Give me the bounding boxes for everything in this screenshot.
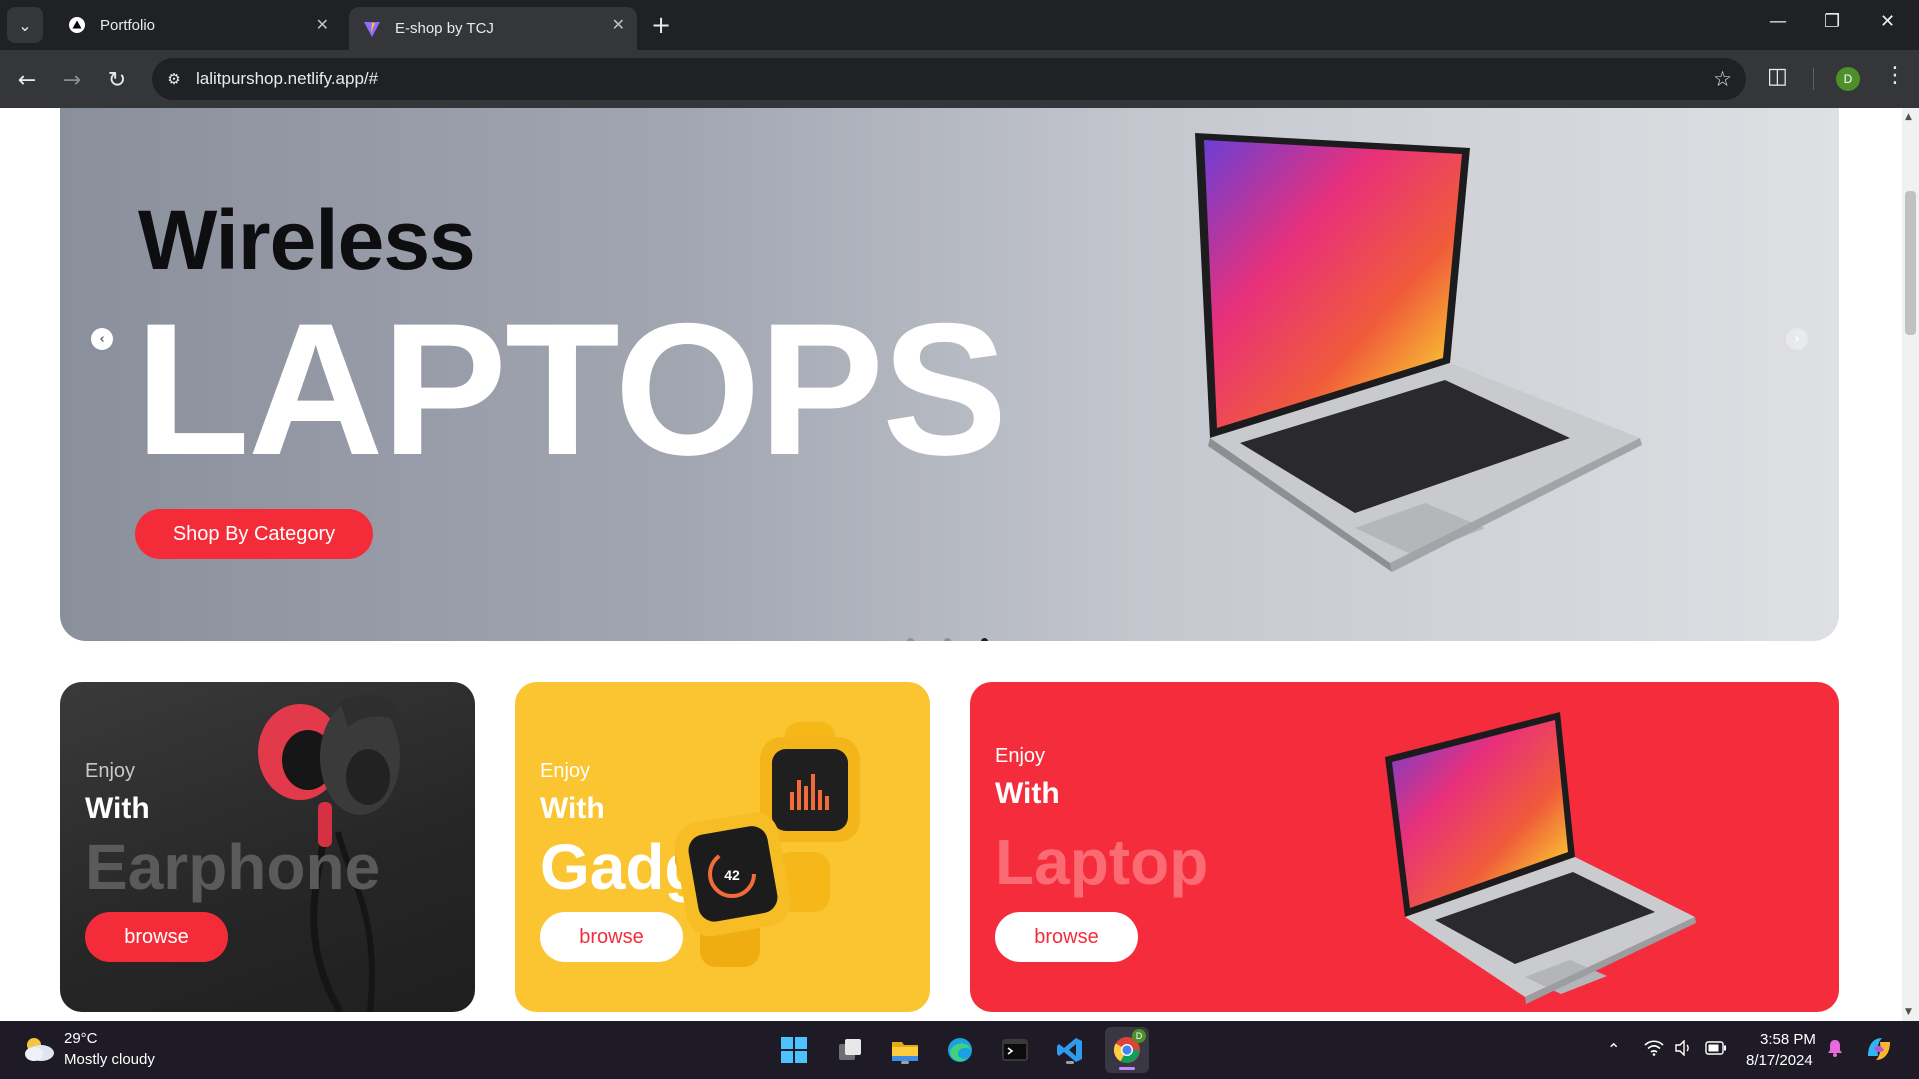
carousel-dot[interactable] [944,638,951,641]
site-info-icon[interactable]: ⚙ [164,69,184,89]
chrome-icon[interactable]: D [1105,1027,1149,1073]
app-running-indicator [1066,1061,1074,1064]
notification-bell-icon[interactable] [1826,1038,1844,1062]
restore-icon[interactable]: ❐ [1824,11,1840,32]
terminal-icon[interactable] [998,1033,1032,1067]
tab-title: E-shop by TCJ [395,20,494,37]
task-view-icon[interactable] [833,1033,867,1067]
card-with-label: With [995,777,1060,810]
hero-subtitle: Wireless [138,193,476,287]
new-tab-icon[interactable]: + [651,11,671,39]
close-icon[interactable]: ✕ [316,15,329,35]
copilot-icon[interactable] [1864,1034,1894,1068]
forward-icon[interactable]: → [58,66,86,94]
hero-title: LAPTOPS [135,284,1007,494]
weather-description[interactable]: Mostly cloudy [64,1051,155,1068]
vercel-favicon-icon [68,16,86,34]
minimize-icon[interactable]: — [1769,11,1787,32]
toolbar-divider [1813,68,1814,90]
browser-toolbar: ← → ↻ ⚙ lalitpurshop.netlify.app/# ☆ ◫ D… [0,50,1919,108]
card-enjoy-label: Enjoy [540,760,591,782]
browse-button[interactable]: browse [85,912,228,962]
app-running-indicator [901,1061,909,1064]
tab-eshop[interactable]: E-shop by TCJ ✕ [349,7,637,50]
carousel-next-icon[interactable]: › [1786,328,1808,350]
browse-button[interactable]: browse [995,912,1138,962]
close-icon[interactable]: ✕ [612,15,625,35]
tab-search-icon[interactable]: ⌄ [7,7,43,43]
url-text[interactable]: lalitpurshop.netlify.app/# [196,69,378,89]
vscode-icon[interactable] [1053,1033,1087,1067]
bookmark-star-icon[interactable]: ☆ [1713,67,1732,91]
carousel-dots [907,638,988,641]
carousel-prev-icon[interactable]: ‹ [91,328,113,350]
carousel-dot-active[interactable] [981,638,988,641]
category-card-gadget[interactable]: Gadget 42 Enjoy With browse [515,682,930,1012]
address-bar[interactable]: ⚙ lalitpurshop.netlify.app/# ☆ [152,58,1746,100]
hero-laptop-image [1195,133,1642,572]
vite-favicon-icon [363,20,381,38]
laptop-image [1385,712,1696,1004]
browse-button[interactable]: browse [540,912,683,962]
card-with-label: With [85,792,150,825]
app-active-indicator [1119,1067,1135,1070]
page-viewport: Wireless LAPTOPS Shop By Category ‹ › En… [0,108,1919,1021]
card-category-name: Earphone [85,831,381,903]
clock-date[interactable]: 8/17/2024 [1746,1052,1813,1069]
volume-icon[interactable] [1674,1039,1692,1060]
tab-portfolio[interactable]: Portfolio ✕ [54,7,341,43]
extensions-icon[interactable]: ◫ [1767,64,1788,89]
profile-avatar[interactable]: D [1836,67,1860,91]
card-category-name: Laptop [995,826,1209,898]
category-card-laptop[interactable]: Enjoy With Laptop browse [970,682,1839,1012]
card-enjoy-label: Enjoy [995,745,1046,767]
hero-carousel: Wireless LAPTOPS Shop By Category ‹ › [60,108,1839,641]
chrome-profile-badge: D [1132,1029,1146,1043]
edge-icon[interactable] [943,1033,977,1067]
wifi-icon[interactable] [1644,1040,1664,1060]
tab-strip: ⌄ Portfolio ✕ E-shop by TCJ ✕ + — ❐ ✕ [0,0,1919,50]
scroll-up-icon[interactable]: ▲ [1905,112,1912,122]
page-scrollbar[interactable]: ▲ ▼ [1902,108,1919,1021]
tab-title: Portfolio [100,16,156,34]
show-hidden-icons-icon[interactable]: ⌃ [1607,1040,1620,1059]
category-card-earphone[interactable]: Enjoy With Earphone browse [60,682,475,1012]
card-enjoy-label: Enjoy [85,760,136,782]
battery-icon[interactable] [1705,1040,1727,1059]
windows-start-icon[interactable] [777,1033,811,1067]
clock-time[interactable]: 3:58 PM [1760,1031,1816,1048]
card-with-label: With [540,792,605,825]
close-window-icon[interactable]: ✕ [1880,11,1895,32]
carousel-dot[interactable] [907,638,914,641]
scroll-down-icon[interactable]: ▼ [1905,1007,1912,1017]
file-explorer-icon[interactable] [888,1033,922,1067]
windows-taskbar: 29°C Mostly cloudy D ⌃ 3:58 PM 8/17/2024 [0,1021,1919,1079]
back-icon[interactable]: ← [13,66,41,94]
menu-icon[interactable]: ⋮ [1884,63,1906,88]
smartwatch-image: 42 [675,722,860,967]
watch-reading: 42 [724,867,740,883]
scroll-thumb[interactable] [1905,191,1916,335]
weather-temperature[interactable]: 29°C [64,1030,98,1047]
reload-icon[interactable]: ↻ [103,66,131,94]
shop-by-category-button[interactable]: Shop By Category [135,509,373,559]
cloudy-weather-icon[interactable] [22,1034,56,1064]
